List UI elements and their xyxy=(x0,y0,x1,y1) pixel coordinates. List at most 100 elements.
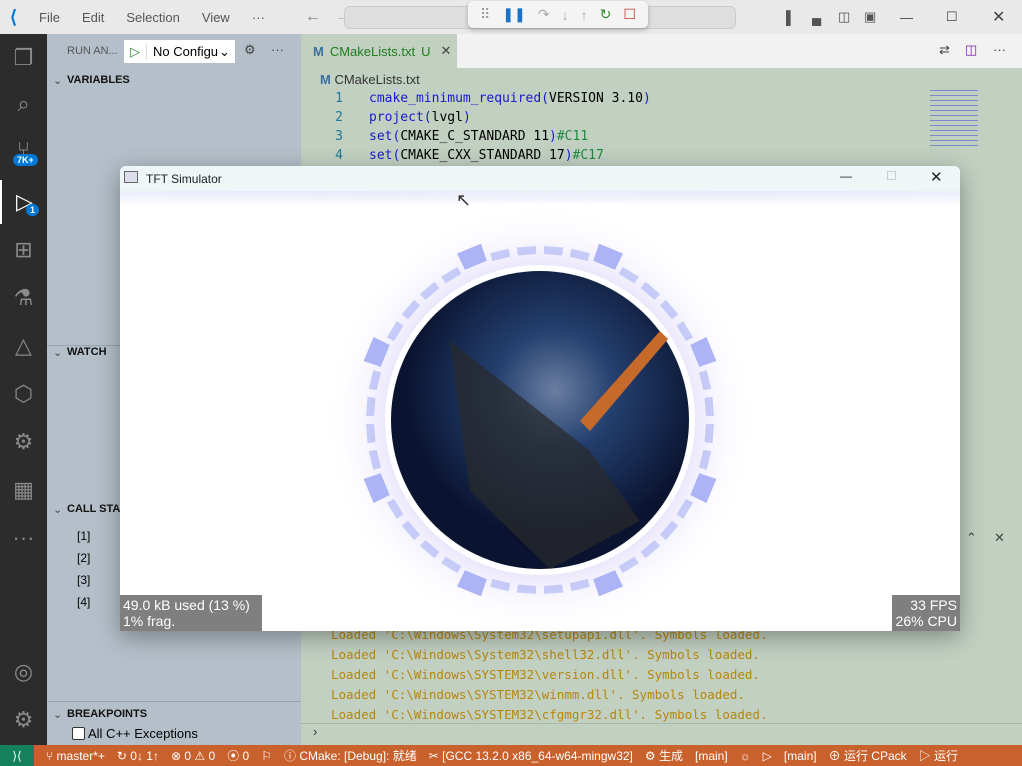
customize-layout-icon[interactable]: ▣ xyxy=(864,9,876,25)
close-button[interactable]: ✕ xyxy=(992,7,1005,27)
perf-monitor: 33 FPS 26% CPU xyxy=(892,595,960,631)
close-tab-icon[interactable]: ✕ xyxy=(440,43,451,59)
code-comment: #C17 xyxy=(572,148,604,163)
drag-handle-icon[interactable]: ⠿ xyxy=(480,6,490,23)
launch-target[interactable]: [main] xyxy=(784,749,817,763)
maximize-button[interactable]: ☐ xyxy=(946,9,958,25)
run-icon[interactable]: ▷ xyxy=(763,749,772,763)
run-ctest-item[interactable]: ▷ 运行 xyxy=(919,747,958,764)
testing-icon[interactable]: ⚗ xyxy=(0,276,47,320)
layout-sidebar-icon[interactable]: ▌ xyxy=(786,10,795,25)
status-bar: ⟩⟨ ⑂ master*+ ↻ 0↓ 1↑ ⊗ 0 ⚠ 0 ⦿ 0 ⚐ ⓘ CM… xyxy=(0,745,1022,766)
problems-item[interactable]: ⊗ 0 ⚠ 0 xyxy=(171,749,215,763)
code-paren: ) xyxy=(462,110,471,125)
platformio-icon[interactable]: ⬡ xyxy=(0,372,47,416)
stack-frame[interactable]: [2] xyxy=(77,547,90,569)
cmake-status[interactable]: ⓘ CMake: [Debug]: 就绪 xyxy=(284,747,417,764)
menu-view[interactable]: View xyxy=(202,10,230,25)
pause-icon[interactable]: ❚❚ xyxy=(502,6,525,23)
ring-segment xyxy=(516,246,537,256)
code-args: CMAKE_C_STANDARD 11 xyxy=(400,129,550,144)
more-icon[interactable]: ··· xyxy=(0,516,47,560)
account-icon[interactable]: ◎ xyxy=(0,650,47,694)
build-target[interactable]: [main] xyxy=(695,749,728,763)
ports-item[interactable]: ⦿ 0 xyxy=(227,747,249,764)
cpack-item[interactable]: ⊕ 运行 CPack xyxy=(829,747,907,764)
debug-bug-icon[interactable]: ☼ xyxy=(740,749,751,763)
explorer-icon[interactable]: ❐ xyxy=(0,36,47,80)
tft-close-button[interactable]: ✕ xyxy=(930,168,943,186)
stack-frame[interactable]: [4] xyxy=(77,591,90,613)
source-control-icon[interactable]: ⑂ 7K+ xyxy=(0,128,47,172)
memory-used: 49.0 kB used (13 %) xyxy=(123,597,250,613)
remote-indicator-icon[interactable]: ⟩⟨ xyxy=(0,745,34,766)
breakpoints-section[interactable]: ⌄ BREAKPOINTS xyxy=(47,701,301,721)
cmake-file-icon: M xyxy=(320,72,335,87)
debug-launch-icon[interactable]: ⚐ xyxy=(261,749,272,763)
cmake-icon[interactable]: △ xyxy=(0,324,47,368)
minimize-button[interactable]: — xyxy=(900,10,913,25)
variables-section[interactable]: ⌄ VARIABLES xyxy=(47,74,301,87)
run-debug-icon[interactable]: ▷ 1 xyxy=(0,180,47,224)
sync-item[interactable]: ↻ 0↓ 1↑ xyxy=(117,749,159,763)
close-panel-icon[interactable]: ✕ xyxy=(994,530,1005,546)
start-debug-icon[interactable]: ▷ xyxy=(124,43,147,60)
layout-secondary-icon[interactable]: ◫ xyxy=(838,9,850,25)
ring-segment xyxy=(366,396,376,417)
memory-frag: 1% frag. xyxy=(123,613,176,629)
gear-icon[interactable]: ⚙ xyxy=(244,42,256,58)
split-editor-icon[interactable]: ◫ xyxy=(965,42,977,58)
warning-count: 0 xyxy=(208,748,216,763)
launch-config-select[interactable]: ▷ No Configu ⌄ xyxy=(124,40,235,63)
activity-bar: ❐ ⌕ ⑂ 7K+ ▷ 1 ⊞ ⚗ △ ⬡ ⚙ ▦ ··· ◎ ⚙ xyxy=(0,34,47,745)
stack-frame[interactable]: [1] xyxy=(77,525,90,547)
kit-item[interactable]: ✂ [GCC 13.2.0 x86_64-w64-mingw32] xyxy=(429,749,633,763)
menu-more[interactable]: ··· xyxy=(252,10,265,25)
repl-input[interactable]: › xyxy=(301,723,1022,739)
menu-selection[interactable]: Selection xyxy=(126,10,179,25)
restart-icon[interactable]: ↻ xyxy=(600,6,612,23)
tft-minimize-button[interactable]: — xyxy=(840,169,852,183)
line-number: 1 xyxy=(335,91,343,106)
tab-cmakelists[interactable]: M CMakeLists.txt U ✕ xyxy=(301,34,457,68)
menu-edit[interactable]: Edit xyxy=(82,10,104,25)
error-count: 0 xyxy=(184,748,192,763)
ring-segment xyxy=(543,584,564,594)
code-keyword: set( xyxy=(369,148,401,163)
step-over-icon[interactable]: ↷ xyxy=(538,6,550,23)
menu-file[interactable]: File xyxy=(39,10,60,25)
sync-counts: 0↓ 1↑ xyxy=(130,748,159,763)
build-item[interactable]: ⚙ 生成 xyxy=(645,747,683,764)
minimap[interactable] xyxy=(930,88,978,148)
stack-frame[interactable]: [3] xyxy=(77,569,90,591)
more-actions-icon[interactable]: ··· xyxy=(271,42,284,57)
tft-maximize-button[interactable]: ☐ xyxy=(886,169,897,183)
config-name: No Configu xyxy=(153,44,219,59)
layout-panel-icon[interactable]: ▄ xyxy=(812,10,821,25)
tft-title-bar: TFT Simulator — ☐ ✕ xyxy=(120,166,960,191)
compare-changes-icon[interactable]: ⇄ xyxy=(939,42,950,58)
breakpoint-checkbox[interactable] xyxy=(72,727,85,740)
step-out-icon[interactable]: ↑ xyxy=(581,7,588,23)
extensions-icon[interactable]: ⊞ xyxy=(0,228,47,272)
tft-title: TFT Simulator xyxy=(146,171,222,186)
code-line[interactable]: 4 set(CMAKE_CXX_STANDARD 17)#C17 xyxy=(301,148,921,167)
output-line: Loaded 'C:\Windows\SYSTEM32\version.dll'… xyxy=(331,667,760,682)
breakpoint-label: All C++ Exceptions xyxy=(88,726,198,741)
ring-segment xyxy=(704,423,714,444)
branch-item[interactable]: ⑂ master*+ xyxy=(46,749,105,763)
breadcrumb-file[interactable]: CMakeLists.txt xyxy=(334,72,419,87)
editor-more-icon[interactable]: ··· xyxy=(993,42,1006,57)
code-line[interactable]: 2 project(lvgl) xyxy=(301,110,921,129)
remote-explorer-icon[interactable]: ⚙ xyxy=(0,420,47,464)
step-into-icon[interactable]: ↓ xyxy=(562,7,569,23)
search-icon[interactable]: ⌕ xyxy=(0,82,47,126)
chip-icon[interactable]: ▦ xyxy=(0,468,47,512)
code-line[interactable]: 1 cmake_minimum_required(VERSION 3.10) xyxy=(301,91,921,110)
back-icon[interactable]: ← xyxy=(305,8,321,26)
stop-icon[interactable]: ☐ xyxy=(623,6,636,23)
code-line[interactable]: 3 set(CMAKE_C_STANDARD 11)#C11 xyxy=(301,129,921,148)
kit-name: [GCC 13.2.0 x86_64-w64-mingw32] xyxy=(442,748,633,763)
settings-gear-icon[interactable]: ⚙ xyxy=(0,698,47,742)
maximize-panel-icon[interactable]: ⌃ xyxy=(966,530,977,546)
